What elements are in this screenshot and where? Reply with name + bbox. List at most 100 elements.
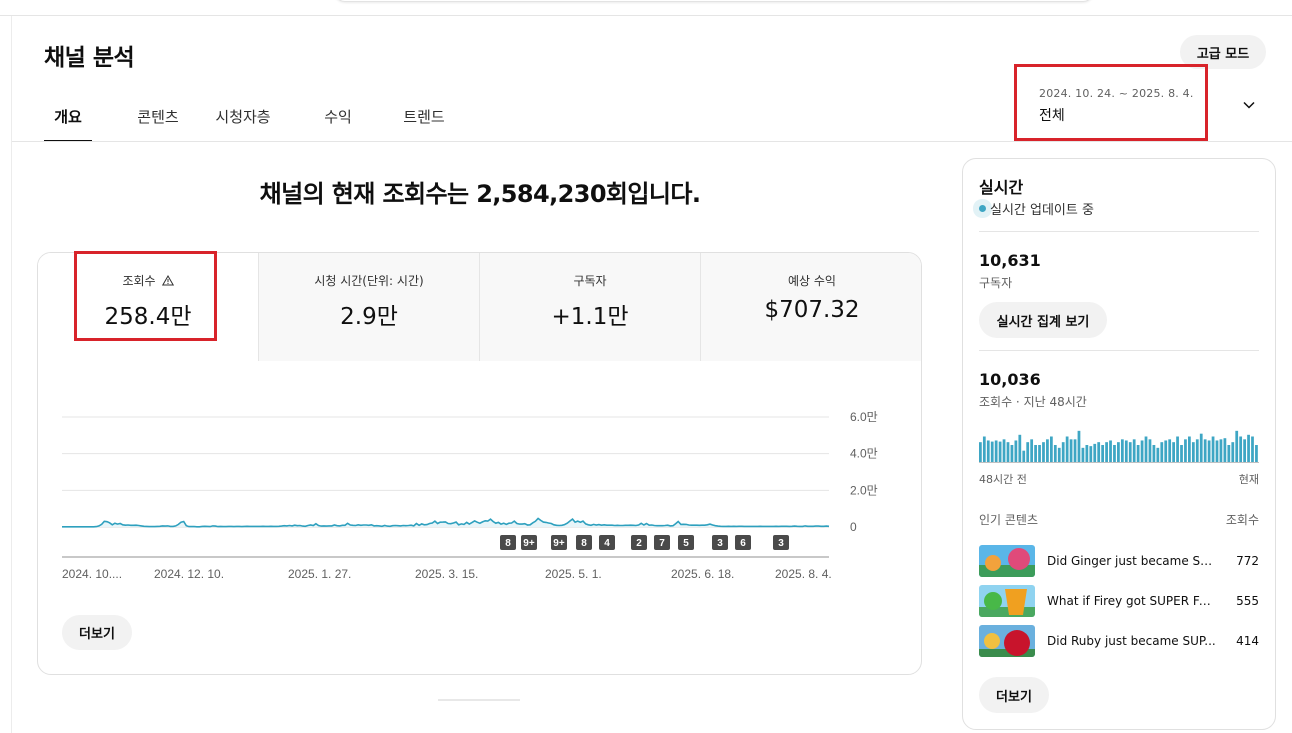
chevron-down-icon[interactable] — [1243, 99, 1255, 111]
realtime-bar[interactable] — [1132, 439, 1136, 462]
realtime-bar[interactable] — [1160, 442, 1164, 462]
realtime-bar[interactable] — [1144, 436, 1148, 463]
realtime-bar[interactable] — [1085, 445, 1089, 462]
realtime-bar[interactable] — [1026, 442, 1030, 462]
realtime-bar[interactable] — [1053, 445, 1057, 462]
realtime-bar[interactable] — [1156, 447, 1160, 462]
realtime-bar[interactable] — [1243, 439, 1246, 462]
search-box-edge[interactable] — [334, 0, 1094, 2]
realtime-bar[interactable] — [1093, 443, 1097, 462]
realtime-bar[interactable] — [1049, 436, 1053, 463]
realtime-bar[interactable] — [1046, 439, 1049, 462]
tab-trends[interactable]: 트렌드 — [398, 90, 450, 142]
realtime-bar[interactable] — [1211, 436, 1215, 463]
realtime-bar[interactable] — [1152, 445, 1156, 462]
realtime-bar[interactable] — [1073, 439, 1077, 462]
tab-overview[interactable]: 개요 — [44, 90, 92, 142]
popular-more-button[interactable]: 더보기 — [979, 677, 1049, 713]
more-button[interactable]: 더보기 — [62, 615, 132, 650]
popular-item[interactable]: What if Firey got SUPER FA... 555 — [979, 585, 1259, 617]
realtime-bar[interactable] — [1215, 440, 1219, 462]
realtime-bar[interactable] — [1117, 442, 1120, 462]
realtime-bar[interactable] — [1010, 445, 1014, 462]
content-marker[interactable]: 3 — [773, 535, 789, 550]
realtime-bar[interactable] — [1195, 439, 1199, 462]
video-thumbnail[interactable] — [979, 585, 1035, 617]
content-marker[interactable]: 5 — [678, 535, 694, 550]
realtime-bar[interactable] — [1006, 442, 1010, 462]
realtime-bar[interactable] — [1042, 442, 1045, 462]
realtime-bar[interactable] — [1176, 436, 1179, 463]
realtime-bar[interactable] — [1128, 442, 1132, 462]
realtime-report-button[interactable]: 실시간 집계 보기 — [979, 302, 1107, 338]
realtime-bar[interactable] — [1065, 436, 1069, 463]
realtime-bar[interactable] — [1168, 439, 1172, 462]
content-marker[interactable]: 9+ — [551, 535, 567, 550]
content-marker[interactable]: 9+ — [521, 535, 537, 550]
realtime-bar[interactable] — [1148, 439, 1152, 462]
content-marker[interactable]: 6 — [735, 535, 751, 550]
metric-watch-time[interactable]: 시청 시간(단위: 시간) 2.9만 — [259, 253, 480, 361]
realtime-bar[interactable] — [1101, 445, 1105, 462]
metric-subscribers[interactable]: 구독자 +1.1만 — [480, 253, 701, 361]
realtime-bar[interactable] — [1231, 442, 1235, 462]
realtime-bar[interactable] — [1069, 439, 1073, 462]
realtime-bar[interactable] — [1014, 440, 1018, 462]
realtime-bar[interactable] — [1057, 447, 1061, 462]
realtime-bar[interactable] — [1089, 446, 1093, 462]
realtime-bar[interactable] — [1061, 442, 1065, 462]
popular-item[interactable]: Did Ginger just became SU... 772 — [979, 545, 1259, 577]
realtime-bar[interactable] — [1136, 445, 1140, 462]
tab-revenue[interactable]: 수익 — [318, 90, 358, 142]
realtime-bar[interactable] — [1203, 439, 1207, 462]
realtime-bar[interactable] — [1140, 440, 1144, 462]
realtime-bar[interactable] — [1251, 436, 1254, 463]
realtime-bar[interactable] — [982, 436, 986, 463]
realtime-bar[interactable] — [1113, 445, 1116, 462]
content-marker[interactable]: 8 — [576, 535, 592, 550]
realtime-bar[interactable] — [1034, 445, 1037, 462]
content-marker[interactable]: 3 — [712, 535, 728, 550]
realtime-bar[interactable] — [990, 441, 994, 462]
realtime-bar[interactable] — [979, 442, 982, 462]
content-marker[interactable]: 8 — [500, 535, 516, 550]
video-thumbnail[interactable] — [979, 545, 1035, 577]
realtime-bar[interactable] — [1120, 439, 1124, 462]
realtime-bar[interactable] — [1180, 445, 1183, 462]
realtime-bar[interactable] — [1239, 436, 1243, 463]
content-marker[interactable]: 2 — [631, 535, 647, 550]
realtime-bar[interactable] — [1097, 442, 1101, 462]
date-range-selector[interactable]: 2024. 10. 24. ~ 2025. 8. 4. 전체 — [1014, 64, 1208, 141]
content-marker[interactable]: 7 — [654, 535, 670, 550]
realtime-bar[interactable] — [994, 440, 998, 462]
tab-content[interactable]: 콘텐츠 — [132, 90, 184, 142]
realtime-bar[interactable] — [986, 440, 990, 462]
realtime-bar[interactable] — [1199, 433, 1203, 462]
realtime-bar[interactable] — [1227, 445, 1231, 462]
realtime-bar[interactable] — [1105, 442, 1108, 462]
popular-item[interactable]: Did Ruby just became SUP... 414 — [979, 625, 1259, 657]
realtime-bar[interactable] — [1030, 439, 1034, 462]
realtime-bar[interactable] — [1255, 445, 1258, 462]
realtime-bar[interactable] — [998, 441, 1002, 462]
realtime-bar[interactable] — [1077, 430, 1081, 462]
realtime-bar[interactable] — [1219, 439, 1223, 462]
realtime-bar[interactable] — [1184, 439, 1187, 462]
realtime-bar[interactable] — [1018, 434, 1022, 462]
realtime-bar[interactable] — [1188, 436, 1191, 463]
realtime-bar[interactable] — [1109, 440, 1112, 462]
realtime-bar[interactable] — [1022, 450, 1026, 462]
tab-audience[interactable]: 시청자층 — [208, 90, 278, 142]
metric-revenue[interactable]: 예상 수익 $707.32 — [701, 253, 921, 361]
realtime-bar[interactable] — [1038, 445, 1041, 462]
realtime-bar[interactable] — [1235, 430, 1239, 462]
video-thumbnail[interactable] — [979, 625, 1035, 657]
realtime-bar[interactable] — [1223, 438, 1227, 462]
realtime-bar[interactable] — [1164, 440, 1168, 462]
content-marker[interactable]: 4 — [599, 535, 615, 550]
realtime-bar[interactable] — [1172, 442, 1175, 462]
realtime-bar[interactable] — [1207, 440, 1211, 462]
realtime-bar[interactable] — [1124, 440, 1128, 462]
realtime-bar[interactable] — [1191, 442, 1195, 462]
realtime-bar[interactable] — [1002, 439, 1006, 462]
